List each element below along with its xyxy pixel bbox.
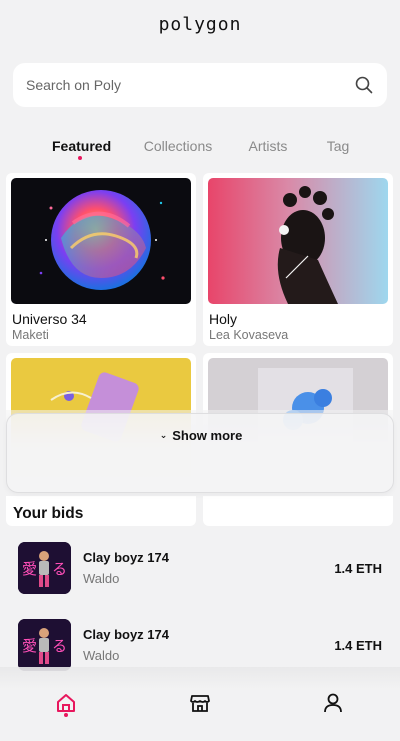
bid-item[interactable]: 愛 る Clay boyz 174 Waldo 1.4 ETH	[18, 542, 388, 596]
tab-label: Collections	[143, 138, 213, 154]
home-icon[interactable]	[54, 691, 78, 715]
bid-owner: Waldo	[83, 571, 120, 586]
nft-card[interactable]: Holy Lea Kovaseva	[203, 173, 393, 346]
nft-title: Holy	[209, 311, 238, 327]
nft-title: Universo 34	[12, 311, 87, 327]
bid-price: 1.4 ETH	[334, 638, 382, 653]
bid-name: Clay boyz 174	[83, 627, 169, 642]
active-tab-indicator	[78, 156, 82, 160]
bid-price: 1.4 ETH	[334, 561, 382, 576]
nft-artist: Maketi	[12, 328, 49, 342]
profile-icon[interactable]	[321, 691, 345, 715]
svg-text:る: る	[52, 560, 67, 578]
bid-thumbnail: 愛 る	[18, 619, 71, 671]
show-more-panel: ⌄ Show more	[6, 413, 394, 493]
nft-artwork	[11, 178, 191, 304]
tab-artists[interactable]: Artists	[246, 138, 290, 154]
nft-card[interactable]: Universo 34 Maketi	[6, 173, 196, 346]
bid-owner: Waldo	[83, 648, 120, 663]
nft-artist: Lea Kovaseva	[209, 328, 289, 342]
search-icon[interactable]	[354, 75, 374, 95]
svg-text:る: る	[52, 637, 67, 655]
active-nav-indicator	[64, 713, 68, 717]
tab-label: Featured	[52, 138, 112, 154]
show-more-label: Show more	[172, 428, 243, 443]
show-more-button[interactable]: ⌄ Show more	[7, 428, 395, 443]
tab-featured[interactable]: Featured	[52, 138, 112, 160]
chevron-down-icon: ⌄	[159, 430, 168, 440]
svg-text:愛: 愛	[22, 637, 37, 655]
search-bar[interactable]	[13, 63, 387, 107]
search-input[interactable]	[26, 77, 354, 93]
bid-item[interactable]: 愛 る Clay boyz 174 Waldo 1.4 ETH	[18, 619, 388, 673]
section-title: Your bids	[13, 505, 84, 522]
bid-thumbnail: 愛 る	[18, 542, 71, 594]
tab-collections[interactable]: Collections	[142, 138, 214, 154]
tab-label: Artists	[248, 138, 288, 154]
category-tabs: Featured Collections Artists Tag	[0, 138, 400, 164]
bottom-nav	[0, 667, 400, 741]
bid-name: Clay boyz 174	[83, 550, 169, 565]
store-icon[interactable]	[188, 691, 212, 715]
tab-tag[interactable]: Tag	[323, 138, 353, 154]
svg-text:愛: 愛	[22, 560, 37, 578]
tab-label: Tag	[326, 138, 350, 154]
app-logo: polygon	[158, 14, 242, 35]
nft-artwork	[208, 178, 388, 304]
